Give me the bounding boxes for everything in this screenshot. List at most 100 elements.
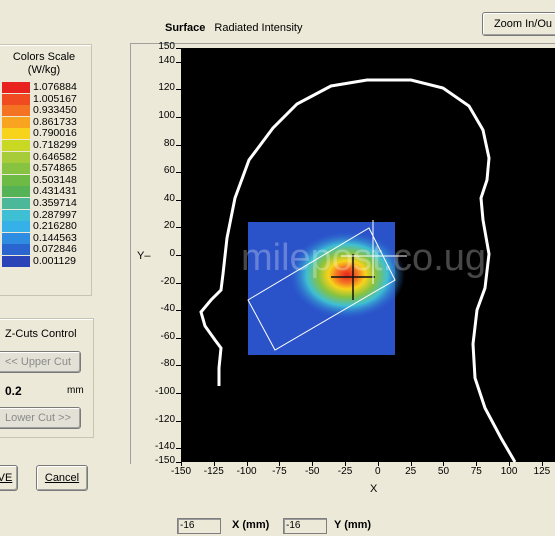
y-tick-label: 120: [158, 82, 175, 94]
legend-value: 0.431431: [33, 185, 77, 198]
y-tick-mark: [176, 310, 181, 312]
legend-value: 1.076884: [33, 81, 77, 93]
legend-title: Colors Scale: [12, 51, 76, 63]
y-tick-mark: [176, 282, 181, 284]
y-tick-label: 60: [163, 165, 175, 177]
watermark: milepost.co.ug: [241, 237, 486, 279]
y-tick-label: -150: [154, 455, 175, 466]
legend-item: 0.503148: [2, 174, 87, 186]
x-tick-mark: [312, 462, 314, 466]
zoom-button[interactable]: Zoom In/Ou: [482, 12, 555, 36]
x-tick-mark: [279, 462, 281, 466]
zcuts-panel: Z-Cuts Control << Upper Cut 0.2 mm Lower…: [0, 318, 94, 438]
y-tick-label: -40: [160, 303, 175, 315]
surface-label: Surface: [165, 22, 206, 34]
y-tick-mark: [176, 255, 181, 256]
legend-swatch: [2, 174, 30, 186]
y-tick-mark: [176, 448, 181, 450]
legend-swatch: [2, 93, 30, 105]
legend-value: 0.718299: [33, 139, 77, 151]
legend-swatch: [2, 82, 30, 93]
legend-value: 0.216280: [33, 220, 77, 233]
x-tick-mark: [476, 462, 478, 466]
lower-cut-button[interactable]: Lower Cut >>: [0, 407, 81, 429]
legend-swatch: [2, 128, 30, 140]
y-tick-label: -60: [160, 330, 175, 342]
y-coordinate-label: Y (mm): [334, 519, 372, 531]
y-tick-label: 40: [163, 192, 175, 204]
legend-item: 0.646582: [2, 150, 87, 163]
legend-value: 0.574865: [33, 162, 77, 175]
y-tick-mark: [176, 61, 181, 63]
legend-swatch: [2, 209, 30, 221]
legend-value: 0.001129: [33, 255, 77, 267]
x-tick-mark: [509, 462, 511, 466]
y-tick-label: -120: [154, 413, 175, 425]
legend-swatch: [2, 186, 30, 198]
legend-swatch: [2, 256, 30, 267]
legend-swatch: [2, 105, 30, 117]
y-tick-label: 150: [158, 41, 175, 52]
zcuts-title: Z-Cuts Control: [5, 328, 77, 340]
legend-item: 0.790016: [2, 127, 87, 140]
x-tick-label: -125: [203, 466, 224, 477]
legend-item: 0.359714: [2, 197, 87, 209]
color-scale-panel: Colors Scale (W/kg) 1.076884 1.005167 0.93…: [0, 44, 92, 296]
x-tick-label: 50: [437, 466, 450, 477]
x-tick-label: 100: [500, 466, 518, 477]
head-plot-svg: milepost.co.ug: [199, 78, 517, 462]
legend-swatch: [2, 151, 30, 163]
legend-item: 1.005167: [2, 92, 87, 105]
save-button[interactable]: VE: [0, 465, 18, 491]
y-tick-label: -20: [160, 275, 175, 287]
legend-swatch: [2, 140, 30, 151]
cancel-button-label: Cancel: [44, 472, 80, 484]
y-tick-mark: [176, 337, 181, 339]
legend-item: 0.861733: [2, 116, 87, 128]
save-button-label: VE: [0, 472, 13, 484]
y-tick-mark: [176, 420, 181, 422]
y-tick-mark: [176, 365, 181, 367]
legend-item: 0.574865: [2, 162, 87, 175]
x-tick-mark: [377, 462, 379, 466]
legend-value: 0.359714: [33, 197, 77, 209]
legend-value: 1.005167: [33, 92, 77, 105]
y-tick-mark: [176, 117, 181, 118]
upper-cut-button[interactable]: << Upper Cut: [0, 351, 81, 373]
y-tick-mark: [176, 48, 181, 49]
legend-item: 0.144563: [2, 231, 87, 244]
x-tick-label: -25: [337, 466, 353, 477]
x-tick-label: 0: [375, 466, 381, 477]
x-tick-mark: [345, 462, 347, 466]
x-tick-mark: [541, 462, 543, 466]
x-coordinate-label: X (mm): [232, 519, 270, 531]
zcut-unit: mm: [67, 385, 84, 396]
cancel-button[interactable]: Cancel: [36, 465, 88, 491]
legend-swatch: [2, 244, 30, 256]
y-tick-label: 80: [163, 137, 175, 149]
legend-swatch: [2, 163, 30, 175]
plot-area[interactable]: milepost.co.ug: [181, 48, 555, 462]
x-tick-label: -150: [170, 466, 191, 477]
legend-item: 0.287997: [2, 208, 87, 221]
x-tick-mark: [181, 462, 182, 466]
legend-value: 0.287997: [33, 208, 77, 221]
x-tick-label: -50: [304, 466, 320, 477]
legend-value: 0.646582: [33, 150, 77, 163]
x-tick-label: -75: [272, 466, 287, 477]
legend-item: 0.001129: [2, 255, 87, 267]
y-coordinate-field[interactable]: -16: [283, 518, 327, 534]
x-coordinate-field[interactable]: -16: [177, 518, 221, 534]
legend-item: 0.431431: [2, 185, 87, 198]
x-tick-mark: [213, 462, 215, 466]
legend-value: 0.933450: [33, 104, 77, 117]
legend-value: 0.072846: [33, 243, 77, 256]
y-tick-mark: [176, 393, 181, 394]
x-tick-mark: [410, 462, 412, 466]
legend-value: 0.144563: [33, 231, 77, 244]
legend-swatch: [2, 232, 30, 244]
legend-value: 0.790016: [33, 127, 77, 140]
y-tick-mark: [176, 227, 181, 229]
y-tick-label: 20: [163, 220, 175, 232]
y-tick-label: -80: [160, 358, 175, 370]
